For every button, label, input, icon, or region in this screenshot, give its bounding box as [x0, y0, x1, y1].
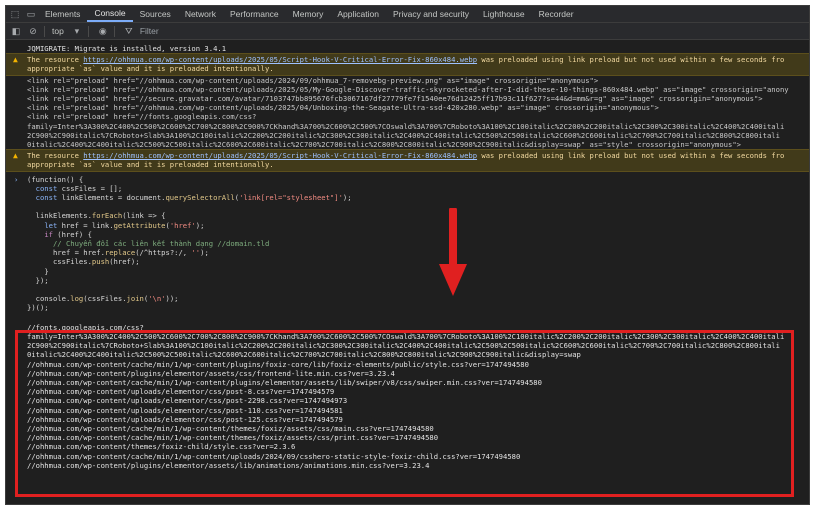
highlight-box-annotation	[15, 330, 794, 497]
code-line: href = href.replace(/^https?:/, '');	[52, 248, 209, 258]
code-line: if (href) {	[44, 229, 92, 239]
code-line: const linkElements = document.querySelec…	[35, 193, 352, 203]
sidebar-toggle-icon[interactable]: ◧	[9, 24, 23, 38]
tab-privacy-security[interactable]: Privacy and security	[386, 6, 476, 22]
code-line: }	[44, 266, 49, 276]
device-toolbar-icon[interactable]: ▭	[24, 7, 38, 21]
console-toolbar: ◧ ⊘ top ▾ ◉ ⛛ Filter	[6, 23, 809, 40]
tab-lighthouse[interactable]: Lighthouse	[476, 6, 532, 22]
inspect-element-icon[interactable]: ⬚	[8, 7, 22, 21]
code-line: })();	[27, 303, 49, 313]
tab-network[interactable]: Network	[178, 6, 223, 22]
console-log-line: 0italic%2C400%2C400italic%2C500%2C500ita…	[27, 140, 741, 150]
warning-link[interactable]: https://ohhmua.com/wp-content/uploads/20…	[83, 55, 477, 64]
console-log-line: <link rel="preload" href="//fonts.google…	[27, 112, 257, 122]
down-arrow-annotation	[439, 208, 467, 296]
console-log-line: <link rel="preload" href="//ohhmua.com/w…	[27, 84, 789, 94]
tab-application[interactable]: Application	[330, 6, 386, 22]
console-log-line: <link rel="preload" href="//ohhmua.com/w…	[27, 75, 599, 85]
console-log-line: <link rel="preload" href="//ohhmua.com/w…	[27, 103, 659, 113]
prompt-chevron-icon: ›	[14, 174, 19, 184]
chevron-down-icon[interactable]: ▾	[70, 24, 84, 38]
console-log-line: JQMIGRATE: Migrate is installed, version…	[27, 44, 227, 53]
code-line: });	[35, 275, 49, 285]
console-log-line: <link rel="preload" href="//secure.grava…	[27, 94, 763, 104]
tab-console[interactable]: Console	[87, 6, 133, 22]
console-log-line: family=Inter%3A300%2C400%2C500%2C600%2C7…	[27, 121, 785, 131]
toolbar-divider	[113, 25, 115, 37]
filter-input[interactable]: Filter	[140, 26, 159, 36]
context-selector[interactable]: top	[49, 26, 67, 36]
code-line: console.log(cssFiles.join('\n'));	[35, 294, 179, 304]
code-line: cssFiles.push(href);	[52, 257, 140, 267]
warning-icon: ▲	[13, 55, 18, 65]
code-line: › (function() {	[14, 174, 84, 184]
console-warning: ▲ The resource https://ohhmua.com/wp-con…	[6, 53, 809, 76]
warning-text: The resource	[27, 151, 84, 161]
tab-sources[interactable]: Sources	[133, 6, 178, 22]
code-line: // Chuyển đổi các liên kết thành dạng //…	[52, 239, 270, 249]
tab-memory[interactable]: Memory	[286, 6, 331, 22]
console-warning: ▲ The resource https://ohhmua.com/wp-con…	[6, 149, 809, 172]
warning-icon: ▲	[13, 151, 18, 161]
code-line: let href = link.getAttribute('href');	[44, 220, 205, 230]
code-line: const cssFiles = [];	[35, 183, 123, 193]
console-log-line: 2C900%2C900italic%7CRoboto+Slab%3A100%2C…	[27, 130, 780, 140]
warning-link[interactable]: https://ohhmua.com/wp-content/uploads/20…	[83, 151, 477, 160]
filter-icon: ⛛	[125, 25, 133, 36]
devtools-tab-bar: ⬚ ▭ Elements Console Sources Network Per…	[6, 6, 809, 23]
code-line: linkElements.forEach(link => {	[35, 211, 166, 221]
toolbar-divider	[87, 25, 89, 37]
toolbar-divider	[44, 25, 45, 37]
tab-elements[interactable]: Elements	[38, 6, 87, 22]
eye-icon[interactable]: ◉	[96, 24, 110, 38]
tab-recorder[interactable]: Recorder	[532, 6, 581, 22]
clear-console-icon[interactable]: ⊘	[26, 24, 40, 38]
warning-text: The resource	[27, 55, 84, 65]
tab-performance[interactable]: Performance	[223, 6, 286, 22]
